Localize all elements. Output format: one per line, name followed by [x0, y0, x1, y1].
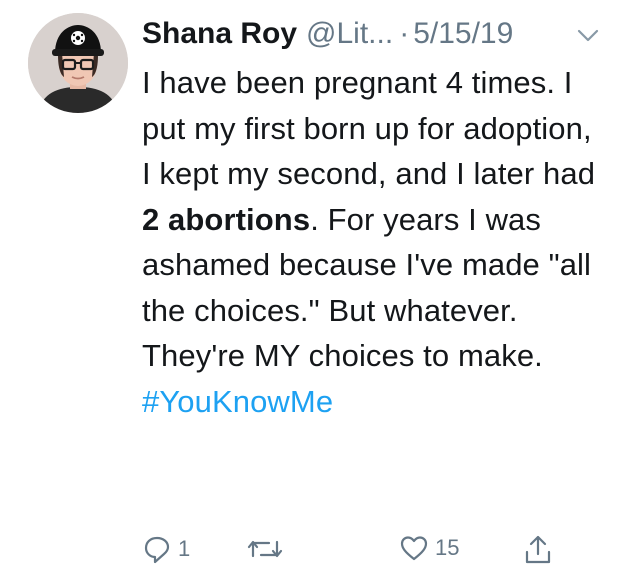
tweet-text-intro: I have been pregnant 4 times. I put my f…	[142, 65, 596, 191]
author-name[interactable]: Shana Roy	[142, 17, 297, 51]
tweet-paragraph: I have been pregnant 4 times. I put my f…	[142, 60, 602, 379]
tweet-text-bold: 2 abortions	[142, 201, 311, 237]
retweet-button[interactable]	[247, 534, 289, 564]
hashtag-link[interactable]: #YouKnowMe	[142, 379, 602, 425]
tweet-header: Shana Roy @Lit... · 5/15/19	[142, 10, 605, 58]
reply-icon	[142, 534, 172, 564]
reply-button[interactable]: 1	[142, 534, 190, 564]
chevron-down-icon[interactable]	[577, 17, 599, 51]
avatar[interactable]	[28, 13, 128, 113]
like-button[interactable]: 15	[399, 534, 459, 562]
tweet-text: I have been pregnant 4 times. I put my f…	[142, 60, 602, 424]
author-handle[interactable]: @Lit...	[306, 17, 393, 51]
tweet-actions: 1 15	[142, 534, 562, 574]
header-separator: ·	[399, 17, 410, 50]
share-button[interactable]	[523, 534, 553, 566]
share-icon	[523, 534, 553, 566]
reply-count: 1	[178, 536, 191, 561]
retweet-icon	[247, 534, 283, 564]
tweet-date[interactable]: 5/15/19	[413, 17, 513, 51]
like-count: 15	[435, 535, 460, 560]
like-icon	[399, 534, 429, 562]
